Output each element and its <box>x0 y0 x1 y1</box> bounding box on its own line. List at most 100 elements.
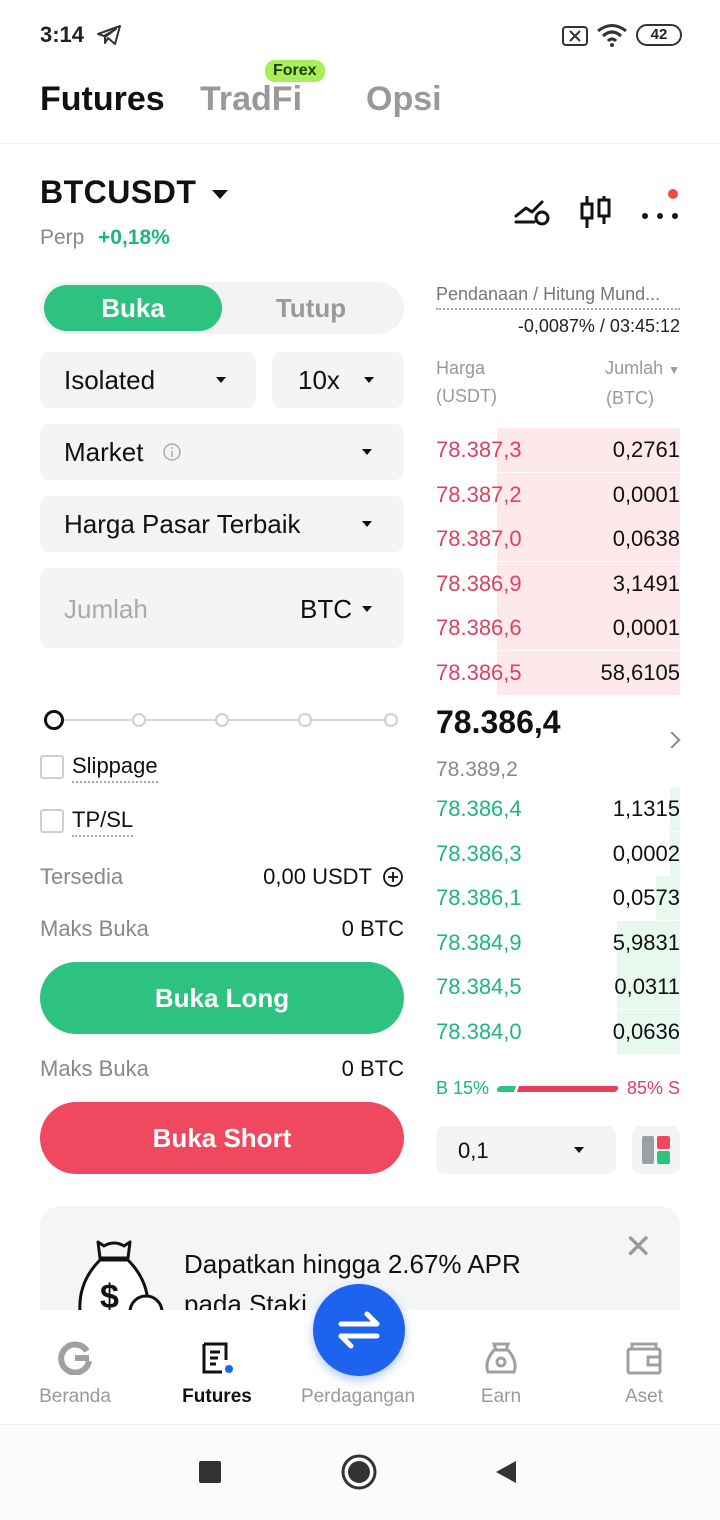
bid-price: 78.384,9 <box>436 929 522 955</box>
close-tab[interactable]: Tutup <box>222 285 400 331</box>
slider-step[interactable] <box>298 713 312 727</box>
sell-ratio-bar <box>516 1086 620 1092</box>
ask-qty: 0,2761 <box>612 437 680 462</box>
nav-home-label[interactable]: Beranda <box>5 1386 145 1408</box>
chevron-down-icon <box>362 449 372 455</box>
funding-rate-label[interactable]: Pendanaan / Hitung Mund... <box>436 284 680 310</box>
open-long-button[interactable]: Buka Long <box>40 962 404 1034</box>
ask-row[interactable]: 78.387,2 0,0001 <box>436 472 680 517</box>
ask-row[interactable]: 78.386,6 0,0001 <box>436 606 680 651</box>
slider-step[interactable] <box>384 713 398 727</box>
amount-field[interactable]: Jumlah BTC <box>40 568 404 648</box>
tab-options[interactable]: Opsi <box>366 80 442 119</box>
home-button-icon[interactable] <box>340 1453 378 1491</box>
max-open-short-label: Maks Buka <box>40 1056 149 1081</box>
amount-slider-handle[interactable] <box>44 710 64 730</box>
forex-badge: Forex <box>265 60 325 82</box>
ask-price: 78.386,6 <box>436 615 522 641</box>
chevron-down-icon: ▼ <box>668 363 680 377</box>
ask-row[interactable]: 78.387,0 0,0638 <box>436 517 680 562</box>
add-funds-icon[interactable] <box>382 866 404 888</box>
bid-price: 78.384,5 <box>436 974 522 1000</box>
leverage-value: 10x <box>298 365 340 395</box>
leverage-select[interactable]: 10x <box>272 352 404 408</box>
order-type-value: Market <box>64 437 144 467</box>
close-icon[interactable]: ✕ <box>624 1230 653 1264</box>
price-alert-icon[interactable] <box>512 194 552 230</box>
bid-row[interactable]: 78.384,5 0,0311 <box>436 965 680 1010</box>
price-mode-select[interactable]: Harga Pasar Terbaik <box>40 496 404 552</box>
bid-qty: 1,1315 <box>612 796 680 821</box>
slider-step[interactable] <box>132 713 146 727</box>
bid-row[interactable]: 78.386,1 0,0573 <box>436 876 680 921</box>
pair-selector[interactable]: BTCUSDT <box>40 174 196 211</box>
max-open-long-value: 0 BTC <box>341 916 404 941</box>
ask-row[interactable]: 78.387,3 0,2761 <box>436 428 680 472</box>
ask-qty: 0,0001 <box>612 481 680 507</box>
bid-row[interactable]: 78.384,9 5,9831 <box>436 920 680 965</box>
orderbook-layout-button[interactable] <box>632 1126 680 1174</box>
qty-header-unit: (BTC) <box>606 388 654 408</box>
nav-trade-label[interactable]: Perdagangan <box>288 1386 428 1408</box>
nav-futures-label[interactable]: Futures <box>147 1386 287 1408</box>
mark-price: 78.389,2 <box>436 758 518 781</box>
price-header-label: Harga <box>436 358 486 378</box>
max-open-long-label: Maks Buka <box>40 916 149 941</box>
back-icon[interactable] <box>494 1459 518 1485</box>
buy-ratio-bar <box>495 1086 517 1092</box>
ask-price: 78.387,3 <box>436 437 522 462</box>
earn-icon[interactable] <box>484 1340 518 1376</box>
recents-icon[interactable] <box>199 1461 221 1483</box>
tab-tradfi[interactable]: TradFi <box>200 80 302 119</box>
pair-caret-icon[interactable] <box>212 190 228 199</box>
home-icon[interactable] <box>58 1341 92 1375</box>
wallet-icon[interactable] <box>626 1341 662 1375</box>
more-options-icon[interactable] <box>640 194 680 230</box>
open-tab[interactable]: Buka <box>44 285 222 331</box>
available-value: 0,00 USDT <box>263 864 372 889</box>
buy-ratio: B 15% <box>436 1078 490 1098</box>
swap-icon <box>338 1311 380 1349</box>
last-price: 78.386,4 <box>436 704 561 740</box>
ask-price: 78.386,9 <box>436 570 522 596</box>
qty-column-header[interactable]: Jumlah ▼ (BTC) <box>605 354 680 412</box>
price-mode-value: Harga Pasar Terbaik <box>64 509 301 539</box>
amount-input[interactable]: Jumlah <box>64 594 148 625</box>
ask-row[interactable]: 78.386,5 58,6105 <box>436 651 680 695</box>
nav-earn-label[interactable]: Earn <box>431 1386 571 1408</box>
slippage-checkbox[interactable] <box>40 755 64 779</box>
notification-dot <box>668 189 678 199</box>
tpsl-label[interactable]: TP/SL <box>72 807 134 837</box>
trade-fab-button[interactable] <box>313 1284 405 1376</box>
margin-mode-select[interactable]: Isolated <box>40 352 256 408</box>
bid-price: 78.384,0 <box>436 1019 522 1044</box>
bid-price: 78.386,3 <box>436 840 522 866</box>
slippage-label[interactable]: Slippage <box>72 753 158 783</box>
battery-indicator: 42 <box>636 24 682 46</box>
bid-price: 78.386,4 <box>436 796 522 821</box>
amount-unit[interactable]: BTC <box>300 594 352 625</box>
nav-assets-label[interactable]: Aset <box>574 1386 714 1408</box>
bid-row[interactable]: 78.386,4 1,1315 <box>436 787 680 831</box>
open-short-button[interactable]: Buka Short <box>40 1102 404 1174</box>
depth-step-select[interactable]: 0,1 <box>436 1126 616 1174</box>
tab-futures[interactable]: Futures <box>40 80 165 119</box>
tpsl-checkbox[interactable] <box>40 809 64 833</box>
status-time: 3:14 <box>40 22 85 47</box>
ask-row[interactable]: 78.386,9 3,1491 <box>436 561 680 606</box>
qty-header-label: Jumlah <box>605 358 664 378</box>
ask-qty: 0,0638 <box>612 526 680 552</box>
candlestick-chart-icon[interactable] <box>576 194 616 230</box>
depth-step-value: 0,1 <box>458 1138 489 1163</box>
bid-row[interactable]: 78.386,3 0,0002 <box>436 831 680 876</box>
info-icon[interactable] <box>162 442 182 462</box>
sim-off-icon <box>562 26 588 46</box>
bid-qty: 5,9831 <box>612 929 680 955</box>
futures-icon[interactable] <box>200 1340 236 1376</box>
layout-icon <box>642 1136 670 1164</box>
order-type-select[interactable]: Market <box>40 424 404 480</box>
slider-step[interactable] <box>215 713 229 727</box>
chevron-right-icon[interactable] <box>663 731 681 749</box>
bid-row[interactable]: 78.384,0 0,0636 <box>436 1010 680 1054</box>
chevron-down-icon <box>364 377 374 383</box>
